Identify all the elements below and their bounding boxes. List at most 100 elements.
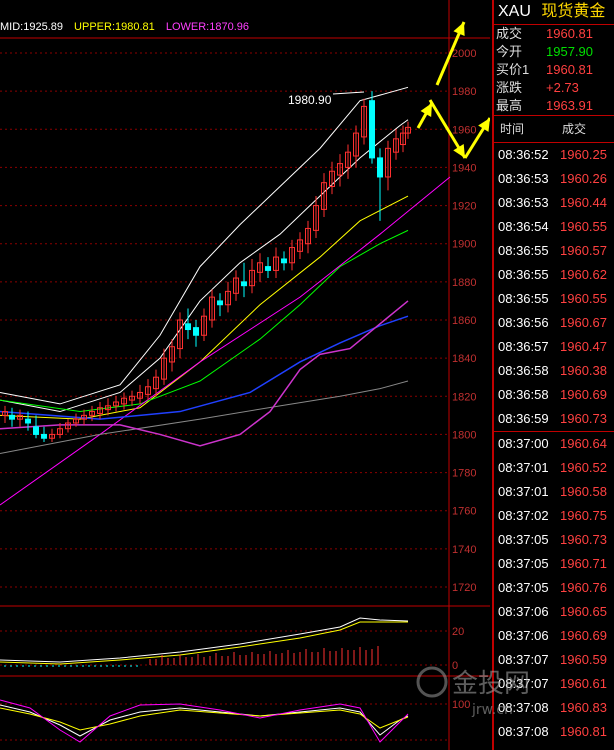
candle-body: [281, 258, 287, 264]
tick-row[interactable]: 08:36:56 1960.67: [494, 311, 614, 335]
boll-mid: MID:1925.89: [0, 21, 63, 33]
tick-time: 08:36:57: [498, 339, 549, 354]
tick-price: 1960.57: [560, 243, 607, 258]
price-tick-label: 1960: [452, 124, 476, 136]
quote-row: 最高 1963.91: [494, 97, 614, 115]
tick-time: 08:36:56: [498, 315, 549, 330]
tick-row[interactable]: 08:37:06 1960.69: [494, 624, 614, 648]
tick-row[interactable]: 08:36:52 1960.25: [494, 143, 614, 167]
candle-body: [217, 300, 223, 306]
price-tick-label: 1980: [452, 86, 476, 98]
candle-body: [25, 418, 31, 424]
tick-price: 1960.25: [560, 147, 607, 162]
quote-panel: XAU 现货黄金 成交 1960.81 今开 1957.90 买价1 1960.81 涨跌 +…: [492, 0, 614, 750]
tick-row[interactable]: 08:37:05 1960.76: [494, 576, 614, 600]
tick-time: 08:36:55: [498, 291, 549, 306]
tick-row[interactable]: 08:36:57 1960.47: [494, 335, 614, 359]
tick-row[interactable]: 08:36:55 1960.62: [494, 263, 614, 287]
boll-mid-line: [0, 195, 409, 420]
price-tick-label: 1900: [452, 239, 476, 251]
price-tick-label: 1740: [452, 544, 476, 556]
tick-row[interactable]: 08:36:59 1960.73: [494, 407, 614, 431]
tick-row[interactable]: 08:37:06 1960.65: [494, 600, 614, 624]
tick-time: 08:36:55: [498, 243, 549, 258]
tick-row[interactable]: 08:37:05 1960.73: [494, 528, 614, 552]
macd-dif-line: [0, 617, 409, 663]
tick-row[interactable]: 08:36:53 1960.44: [494, 191, 614, 215]
candle-body: [377, 157, 383, 178]
price-tick-label: 1760: [452, 506, 476, 518]
tick-time: 08:36:52: [498, 147, 549, 162]
tick-row[interactable]: 08:37:00 1960.64: [494, 431, 614, 456]
quote-row: 成交 1960.81: [494, 25, 614, 43]
kline-chart-area[interactable]: 2000 1980 1960 1940 1920 1900 1880 1860 1840 1820…: [0, 0, 490, 750]
quote-value: 1960.81: [546, 26, 593, 41]
tick-row[interactable]: 08:36:55 1960.55: [494, 287, 614, 311]
tick-time: 08:36:59: [498, 411, 549, 426]
candle-body: [41, 433, 47, 439]
tick-row[interactable]: 08:37:08 1960.81: [494, 720, 614, 744]
tick-price: 1960.69: [560, 387, 607, 402]
price-tick-label: 1780: [452, 468, 476, 480]
tick-price: 1960.38: [560, 363, 607, 378]
price-tick-label: 1720: [452, 582, 476, 594]
tick-price: 1960.73: [560, 532, 607, 547]
quote-value: 1960.81: [546, 62, 593, 77]
tick-price: 1960.81: [560, 724, 607, 739]
tick-price: 1960.52: [560, 460, 607, 475]
candle-body: [33, 426, 39, 435]
ma-white-line: [0, 119, 409, 413]
tick-list[interactable]: 08:36:52 1960.25 08:36:53 1960.26 08:36:53 19…: [494, 143, 614, 744]
candle-body: [241, 281, 247, 287]
kline-chart[interactable]: 2000 1980 1960 1940 1920 1900 1880 1860 1840 1820…: [0, 0, 490, 750]
symbol-title: XAU 现货黄金: [494, 0, 614, 25]
tick-row[interactable]: 08:37:01 1960.58: [494, 480, 614, 504]
tick-price: 1960.64: [560, 436, 607, 451]
tick-price: 1960.26: [560, 171, 607, 186]
tick-price: 1960.69: [560, 628, 607, 643]
boll-upper-line: [0, 86, 409, 405]
tick-row[interactable]: 08:36:55 1960.57: [494, 239, 614, 263]
tick-time: 08:37:05: [498, 532, 549, 547]
tick-time: 08:37:08: [498, 724, 549, 739]
quote-value: 1963.91: [546, 98, 593, 113]
ma-gray-line: [0, 380, 409, 454]
tick-price: 1960.71: [560, 556, 607, 571]
candle-body: [369, 100, 375, 159]
high-price-leader: [332, 91, 365, 95]
tick-price: 1960.75: [560, 508, 607, 523]
ticks-header: 时间 成交: [494, 115, 614, 143]
tick-row[interactable]: 08:36:58 1960.38: [494, 359, 614, 383]
tick-row[interactable]: 08:37:05 1960.71: [494, 552, 614, 576]
kdj-k-line: [0, 704, 409, 737]
price-tick-label: 1880: [452, 277, 476, 289]
tick-row[interactable]: 08:36:53 1960.26: [494, 167, 614, 191]
tick-price: 1960.44: [560, 195, 607, 210]
price-tick-label: 1820: [452, 391, 476, 403]
tick-price: 1960.62: [560, 267, 607, 282]
tick-price: 1960.47: [560, 339, 607, 354]
quote-row: 买价1 1960.81: [494, 61, 614, 79]
kdj-d-line: [0, 707, 409, 731]
tick-row[interactable]: 08:36:58 1960.69: [494, 383, 614, 407]
quote-label: 成交: [496, 26, 523, 41]
quote-value: +2.73: [546, 80, 579, 95]
price-tick-label: 1840: [452, 353, 476, 365]
quote-label: 涨跌: [496, 80, 523, 95]
tick-row[interactable]: 08:36:54 1960.55: [494, 215, 614, 239]
price-tick-label: 1800: [452, 429, 476, 441]
boll-indicator-header: MID:1925.89 UPPER:1980.81 LOWER:1870.96: [0, 21, 257, 33]
tick-time: 08:36:53: [498, 195, 549, 210]
high-price-label: 1980.90: [288, 93, 332, 107]
tick-time: 08:36:54: [498, 219, 549, 234]
tick-price: 1960.67: [560, 315, 607, 330]
tick-price: 1960.76: [560, 580, 607, 595]
tick-time: 08:37:06: [498, 604, 549, 619]
tick-row[interactable]: 08:37:01 1960.52: [494, 456, 614, 480]
tick-time: 08:36:58: [498, 387, 549, 402]
tick-row[interactable]: 08:37:02 1960.75: [494, 504, 614, 528]
tick-time: 08:37:02: [498, 508, 549, 523]
quote-label: 最高: [496, 98, 523, 113]
watermark-url: jrw.cn: [471, 702, 513, 718]
quote-row: 涨跌 +2.73: [494, 79, 614, 97]
